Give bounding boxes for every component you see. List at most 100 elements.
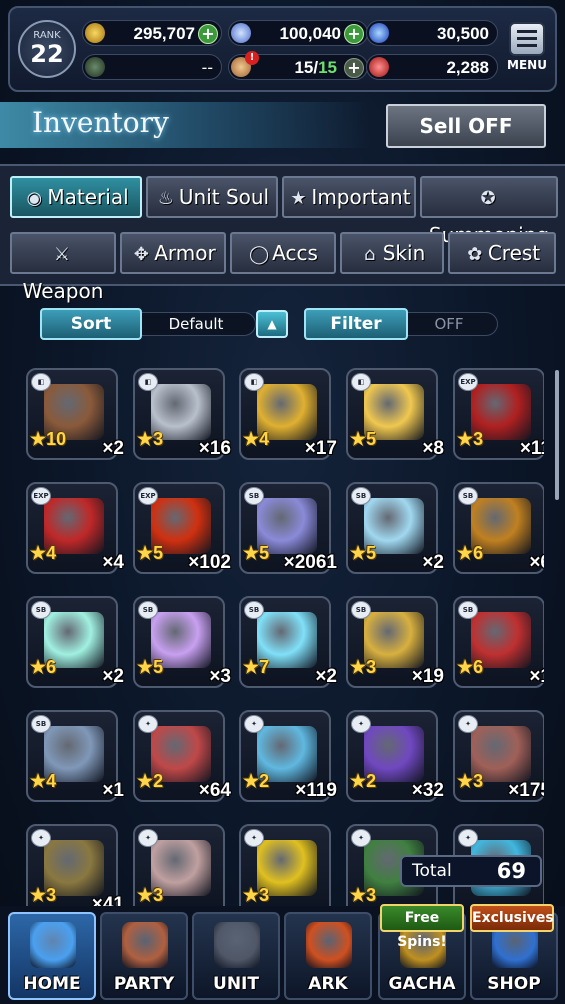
tab-armor[interactable]: ✥ Armor bbox=[120, 232, 226, 274]
item-grid: ◧★10×2◧★3×16◧★4×17◧★5×8EXP★3×11EXP★4×4EX… bbox=[24, 366, 544, 906]
inventory-item[interactable]: ✦ ★3 ×175 bbox=[453, 710, 544, 802]
inventory-item[interactable]: ✦ ★3 bbox=[133, 824, 225, 906]
inventory-item[interactable]: SB ★3 ×19 bbox=[346, 596, 444, 688]
nav-label: HOME bbox=[23, 974, 81, 994]
item-quantity: ×2 bbox=[102, 438, 124, 459]
nav-ark[interactable]: ARK bbox=[284, 912, 372, 1000]
item-rarity: ★6 bbox=[30, 657, 57, 677]
inventory-item[interactable]: ✦ ★2 ×64 bbox=[133, 710, 231, 802]
add-stamina-button[interactable]: + bbox=[344, 58, 364, 78]
item-type-badge: ◧ bbox=[351, 373, 371, 391]
tab-unit-soul[interactable]: ♨ Unit Soul bbox=[146, 176, 278, 218]
inventory-item[interactable]: SB ★6 ×2 bbox=[26, 596, 124, 688]
party-icon bbox=[122, 922, 168, 968]
stamina-value: 15/15 bbox=[294, 58, 337, 78]
tab-accs[interactable]: ◯ Accs bbox=[230, 232, 336, 274]
tab-label: Armor bbox=[154, 241, 216, 265]
grid-scrollbar[interactable] bbox=[555, 370, 559, 500]
item-quantity: ×2 bbox=[102, 666, 124, 687]
nav-label: ARK bbox=[308, 974, 348, 994]
inventory-item[interactable]: SB ★5 ×3 bbox=[133, 596, 231, 688]
nav-label: UNIT bbox=[213, 974, 259, 994]
item-type-badge: ✦ bbox=[31, 829, 51, 847]
item-rarity: ★5 bbox=[350, 543, 377, 563]
stamina-counter: ! 15/15 + bbox=[228, 51, 368, 80]
inventory-item[interactable]: SB ★4 ×1 bbox=[26, 710, 124, 802]
item-quantity: ×3 bbox=[209, 666, 231, 687]
item-rarity: ★3 bbox=[137, 429, 164, 449]
item-type-badge: ◧ bbox=[138, 373, 158, 391]
filter-value[interactable]: OFF bbox=[400, 312, 498, 336]
inventory-item[interactable]: ◧ ★10 ×2 bbox=[26, 368, 124, 460]
item-type-badge: EXP bbox=[458, 373, 478, 391]
unknown-counter: -- bbox=[82, 54, 222, 80]
crystal-value: 100,040 bbox=[279, 24, 341, 43]
item-rarity: ★5 bbox=[350, 429, 377, 449]
rank-value: 22 bbox=[30, 40, 64, 68]
item-type-badge: ✦ bbox=[458, 715, 478, 733]
hanger-icon: ⌂ bbox=[364, 243, 376, 265]
item-type-badge: ✦ bbox=[138, 829, 158, 847]
inventory-item[interactable]: ◧ ★5 ×8 bbox=[346, 368, 444, 460]
menu-button[interactable]: MENU bbox=[505, 22, 549, 82]
gil-coin-icon bbox=[85, 23, 105, 43]
arrow-up-icon: ▲ bbox=[267, 317, 277, 331]
sort-control: Default Sort bbox=[40, 308, 260, 340]
item-rarity: ★3 bbox=[350, 657, 377, 677]
blue-orb-icon bbox=[369, 23, 389, 43]
item-quantity: ×1 bbox=[529, 666, 544, 687]
tab-material[interactable]: ◉ Material bbox=[10, 176, 142, 218]
rank-badge[interactable]: RANK 22 bbox=[18, 20, 76, 78]
sort-direction-button[interactable]: ▲ bbox=[256, 310, 288, 338]
tab-summoning[interactable]: ✪Summoning bbox=[420, 176, 558, 247]
compass-icon bbox=[85, 57, 105, 77]
inventory-item[interactable]: ✦ ★3 bbox=[239, 824, 331, 906]
soul-icon: ♨ bbox=[157, 187, 174, 209]
inventory-item[interactable]: ◧ ★3 ×16 bbox=[133, 368, 231, 460]
blue-orb-counter: 30,500 bbox=[366, 20, 498, 46]
item-rarity: ★6 bbox=[457, 657, 484, 677]
item-quantity: ×19 bbox=[411, 666, 444, 687]
red-orb-counter: 2,288 bbox=[366, 54, 498, 80]
item-rarity: ★5 bbox=[137, 657, 164, 677]
item-rarity: ★4 bbox=[243, 429, 270, 449]
ring-icon: ◯ bbox=[249, 243, 270, 265]
inventory-item[interactable]: ✦ ★2 ×32 bbox=[346, 710, 444, 802]
add-gil-button[interactable]: + bbox=[198, 24, 218, 44]
total-counter: Total 69 bbox=[400, 855, 542, 887]
inventory-item[interactable]: SB ★7 ×2 bbox=[239, 596, 337, 688]
tab-skin[interactable]: ⌂ Skin bbox=[340, 232, 444, 274]
inventory-item[interactable]: SB ★6 ×6 bbox=[453, 482, 544, 574]
add-crystal-button[interactable]: + bbox=[344, 24, 364, 44]
inventory-item[interactable]: SB ★5 ×2061 bbox=[239, 482, 337, 574]
inventory-item[interactable]: ✦ ★3 ×41 bbox=[26, 824, 124, 906]
inventory-item[interactable]: SB ★5 ×2 bbox=[346, 482, 444, 574]
inventory-item[interactable]: EXP ★4 ×4 bbox=[26, 482, 124, 574]
tab-crest[interactable]: ✿ Crest bbox=[448, 232, 556, 274]
inventory-item[interactable]: EXP ★3 ×11 bbox=[453, 368, 544, 460]
item-type-badge: SB bbox=[244, 601, 264, 619]
item-quantity: ×17 bbox=[304, 438, 337, 459]
nav-party[interactable]: PARTY bbox=[100, 912, 188, 1000]
tab-important[interactable]: ★ Important bbox=[282, 176, 416, 218]
filter-button[interactable]: Filter bbox=[304, 308, 408, 340]
item-quantity: ×11 bbox=[519, 438, 544, 459]
nav-home[interactable]: HOME bbox=[8, 912, 96, 1000]
item-rarity: ★10 bbox=[30, 429, 67, 449]
nav-unit[interactable]: UNIT bbox=[192, 912, 280, 1000]
exclusives-badge: Exclusives bbox=[470, 904, 554, 932]
status-header: RANK 22 295,707 + 100,040 + 30,500 -- ! … bbox=[8, 6, 557, 92]
inventory-item[interactable]: EXP ★5 ×102 bbox=[133, 482, 231, 574]
sort-value[interactable]: Default bbox=[136, 312, 256, 336]
item-type-badge: EXP bbox=[31, 487, 51, 505]
stamina-current: 15/ bbox=[294, 58, 319, 77]
inventory-item[interactable]: ✦ ★2 ×119 bbox=[239, 710, 337, 802]
category-tabs: ◉Material ♨Unit Soul ★Important ✪Summoni… bbox=[0, 164, 565, 303]
inventory-item[interactable]: ◧ ★4 ×17 bbox=[239, 368, 337, 460]
item-type-badge: SB bbox=[138, 601, 158, 619]
hamburger-icon bbox=[509, 22, 545, 56]
sell-toggle-button[interactable]: Sell OFF bbox=[386, 104, 546, 148]
inventory-item[interactable]: SB ★6 ×1 bbox=[453, 596, 544, 688]
tab-weapon[interactable]: ⚔ Weapon bbox=[10, 232, 116, 303]
sort-button[interactable]: Sort bbox=[40, 308, 142, 340]
